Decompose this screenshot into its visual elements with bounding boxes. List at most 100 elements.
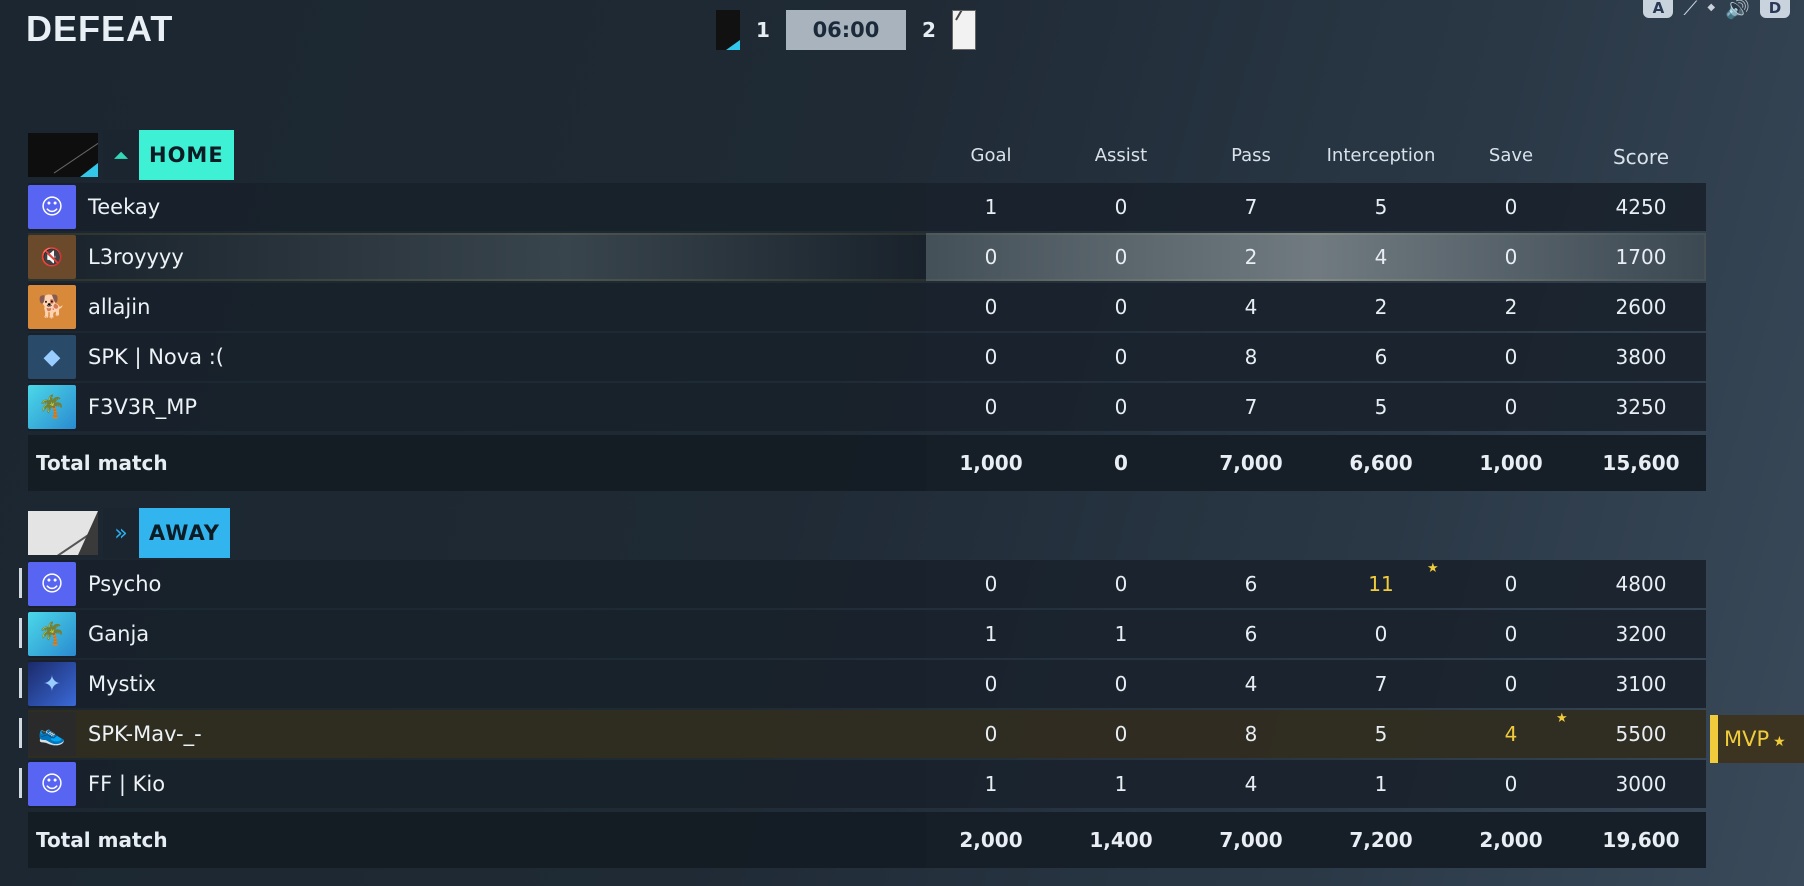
total-score: 15,600 (1602, 451, 1680, 475)
star-icon: ★ (1427, 561, 1439, 576)
player-name: FF | Kio (88, 772, 166, 796)
stat-goal: 0 (984, 295, 998, 319)
player-name: SPK-Mav-_- (88, 722, 202, 746)
stat-assist: 0 (1114, 572, 1128, 596)
table-row[interactable]: ☺ FF | Kio 1 1 4 1 0 3000 (28, 760, 1706, 808)
stat-pass: 4 (1244, 295, 1258, 319)
home-total-row: Total match 1,000 0 7,000 6,600 1,000 15… (28, 435, 1706, 491)
player-name: SPK | Nova :( (88, 345, 224, 369)
home-team-logo-icon: ⏶ (103, 130, 139, 180)
palm-avatar-icon: 🌴 (28, 612, 76, 656)
col-goal: Goal (970, 145, 1012, 166)
away-total-row: Total match 2,000 1,400 7,000 7,200 2,00… (28, 812, 1706, 868)
player-name: F3V3R_MP (88, 395, 198, 419)
discord-avatar-icon: ☺ (28, 185, 76, 229)
left-edge-marker (0, 668, 22, 698)
away-flag-icon (952, 10, 976, 50)
stat-score: 1700 (1615, 245, 1667, 269)
stat-save: 0 (1504, 345, 1518, 369)
table-row-mvp[interactable]: 👟 SPK-Mav-_- 0 0 8 5 4 ★ 5500 (28, 710, 1706, 758)
stat-interception: 0 (1374, 622, 1388, 646)
total-save: 2,000 (1479, 828, 1543, 852)
stat-assist: 1 (1114, 772, 1128, 796)
table-row[interactable]: ☺ Teekay 1 0 7 5 0 4250 (28, 183, 1706, 231)
player-avatar-icon: ◆ (28, 335, 76, 379)
stat-score: 3800 (1615, 345, 1667, 369)
player-name: Teekay (88, 195, 161, 219)
stat-interception: 1 (1374, 772, 1388, 796)
stat-pass: 8 (1244, 722, 1258, 746)
arrows-icon: ◆ (1707, 2, 1716, 13)
stat-interception: 6 (1374, 345, 1388, 369)
stat-goal: 1 (984, 622, 998, 646)
scoreboard: 1 06:00 2 (716, 10, 976, 50)
col-score: Score (1612, 145, 1669, 169)
home-score: 1 (756, 18, 770, 42)
home-flag-icon (716, 10, 740, 50)
stat-pass: 7 (1244, 395, 1258, 419)
stat-assist: 0 (1114, 345, 1128, 369)
stat-goal: 0 (984, 722, 998, 746)
mic-off-icon[interactable]: ⟋ (1683, 0, 1697, 18)
player-name: L3royyyy (88, 245, 184, 269)
away-team-name: AWAY (139, 508, 230, 558)
col-assist: Assist (1094, 145, 1148, 166)
discord-avatar-icon: ☺ (28, 562, 76, 606)
stat-score: 4800 (1615, 572, 1667, 596)
col-interception: Interception (1326, 145, 1436, 166)
left-edge-marker (0, 618, 22, 648)
total-assist: 0 (1114, 451, 1128, 475)
stat-goal: 1 (984, 772, 998, 796)
left-edge-marker (0, 568, 22, 598)
stat-interception: 5 (1374, 195, 1388, 219)
stat-save: 0 (1504, 395, 1518, 419)
match-timer: 06:00 (786, 10, 906, 50)
speaker-icon[interactable]: 🔊 (1725, 0, 1750, 18)
home-team-name: HOME (139, 130, 234, 180)
left-edge-marker (0, 718, 22, 748)
stat-assist: 0 (1114, 245, 1128, 269)
total-goal: 2,000 (959, 828, 1023, 852)
stat-interception: 5 (1374, 722, 1388, 746)
stat-pass: 6 (1244, 622, 1258, 646)
key-d-hint[interactable]: D (1760, 0, 1790, 18)
stat-goal: 0 (984, 572, 998, 596)
table-row[interactable]: ✦ Mystix 0 0 4 7 0 3100 (28, 660, 1706, 708)
stat-score: 5500 (1615, 722, 1667, 746)
stat-score: 4250 (1615, 195, 1667, 219)
table-row[interactable]: 🐕 allajin 0 0 4 2 2 2600 (28, 283, 1706, 331)
table-row[interactable]: 🌴 Ganja 1 1 6 0 0 3200 (28, 610, 1706, 658)
stat-goal: 0 (984, 245, 998, 269)
away-score: 2 (922, 18, 936, 42)
away-team-header: » AWAY (28, 508, 230, 558)
top-right-controls: A ⟋ ◆ 🔊 D (1643, 0, 1790, 18)
stat-assist: 1 (1114, 622, 1128, 646)
stat-assist: 0 (1114, 722, 1128, 746)
stat-score: 3200 (1615, 622, 1667, 646)
stat-pass: 6 (1244, 572, 1258, 596)
stat-assist: 0 (1114, 672, 1128, 696)
stat-assist: 0 (1114, 295, 1128, 319)
stat-goal: 0 (984, 672, 998, 696)
key-a-hint[interactable]: A (1643, 0, 1674, 18)
star-icon: ★ (1773, 734, 1786, 750)
stat-save: 0 (1504, 195, 1518, 219)
home-team-header: ⏶ HOME (28, 130, 234, 180)
table-row-self[interactable]: 🔇 L3royyyy 0 0 2 4 0 1700 (28, 233, 1706, 281)
stat-save: 0 (1504, 772, 1518, 796)
table-row[interactable]: 🌴 F3V3R_MP 0 0 7 5 0 3250 (28, 383, 1706, 431)
away-team-flag-icon (28, 511, 98, 555)
stat-goal: 1 (984, 195, 998, 219)
stat-assist: 0 (1114, 195, 1128, 219)
stat-interception: 7 (1374, 672, 1388, 696)
player-name: Psycho (88, 572, 162, 596)
col-save: Save (1488, 145, 1534, 166)
col-pass: Pass (1231, 145, 1271, 166)
total-pass: 7,000 (1219, 451, 1283, 475)
muted-avatar-icon: 🔇 (28, 235, 76, 279)
table-row[interactable]: ☺ Psycho 0 0 6 11 ★ 0 4800 (28, 560, 1706, 608)
away-team-logo-icon: » (103, 508, 139, 558)
match-result-title: DEFEAT (26, 8, 174, 49)
table-row[interactable]: ◆ SPK | Nova :( 0 0 8 6 0 3800 (28, 333, 1706, 381)
player-name: Mystix (88, 672, 156, 696)
